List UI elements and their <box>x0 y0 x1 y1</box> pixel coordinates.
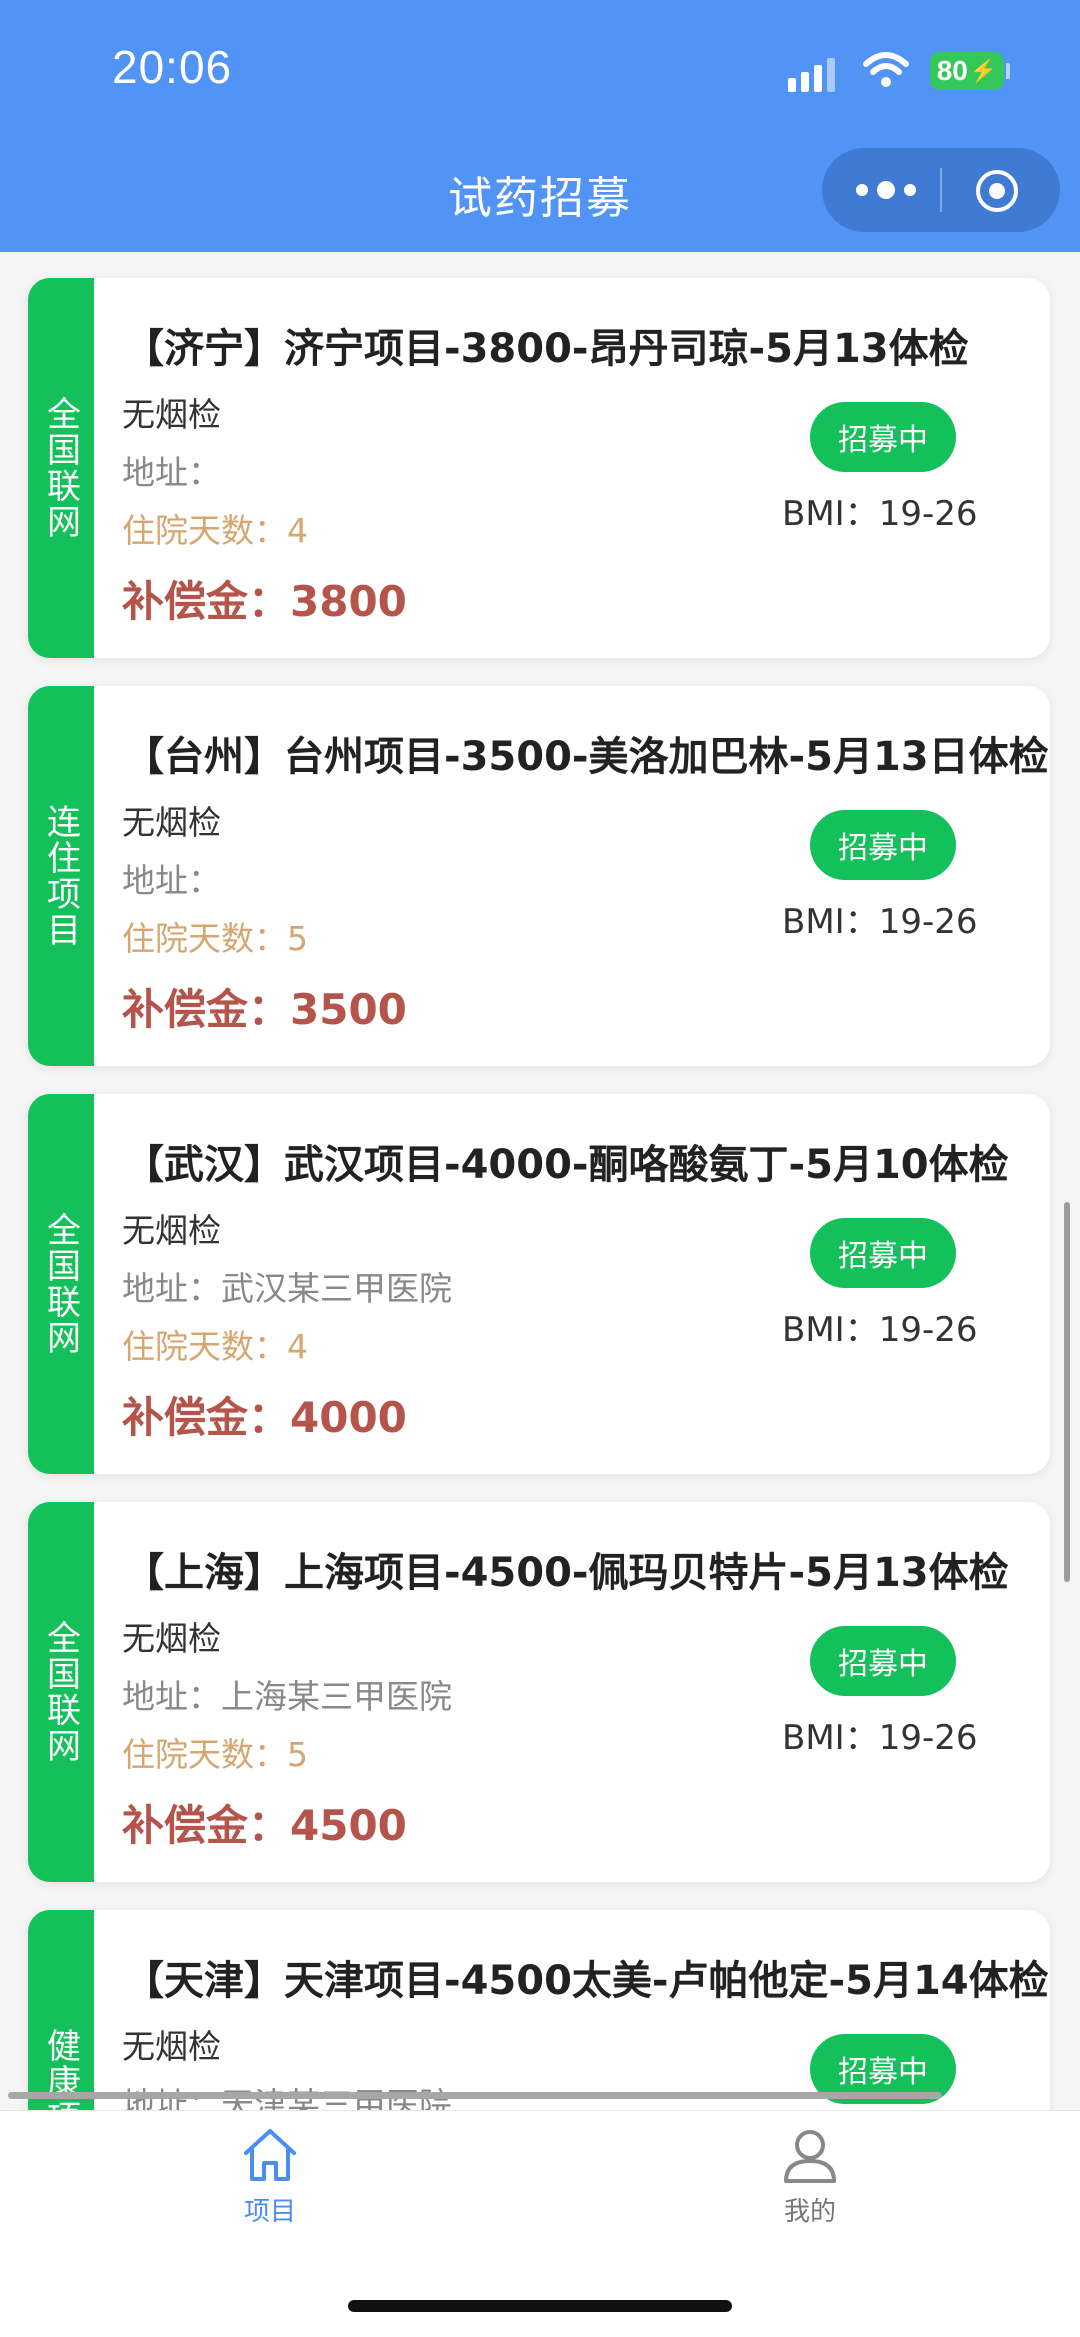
project-card[interactable]: 全国联网 【武汉】武汉项目-4000-酮咯酸氨丁-5月10体检 无烟检 地址：武… <box>28 1094 1050 1474</box>
project-title: 【上海】上海项目-4500-佩玛贝特片-5月13体检 <box>124 1550 1009 1596</box>
cellular-signal-icon <box>788 56 840 92</box>
status-time: 20:06 <box>112 41 233 93</box>
project-tag: 全国联网 <box>28 278 94 658</box>
tab-mine[interactable]: 我的 <box>710 2123 910 2228</box>
project-title: 【台州】台州项目-3500-美洛加巴林-5月13日体检 <box>124 734 1049 780</box>
project-card[interactable]: 全国联网 【上海】上海项目-4500-佩玛贝特片-5月13体检 无烟检 地址：上… <box>28 1502 1050 1882</box>
wifi-icon <box>863 52 909 87</box>
compensation: 补偿金：3500 <box>122 985 407 1034</box>
recruiting-status-badge[interactable]: 招募中 <box>810 1218 956 1288</box>
project-address: 地址： <box>122 861 221 900</box>
miniprogram-capsule <box>822 148 1060 232</box>
more-icon[interactable] <box>856 170 916 210</box>
hospital-days: 住院天数：5 <box>122 1735 308 1774</box>
bmi-range: BMI：19-26 <box>782 1310 978 1350</box>
compensation: 补偿金：4500 <box>122 1801 407 1850</box>
hospital-days: 住院天数：5 <box>122 919 308 958</box>
battery-cap <box>1006 63 1010 79</box>
smoke-test-note: 无烟检 <box>122 1211 221 1250</box>
bmi-range: BMI：19-26 <box>782 1718 978 1758</box>
smoke-test-note: 无烟检 <box>122 803 221 842</box>
project-card[interactable]: 连住项目 【台州】台州项目-3500-美洛加巴林-5月13日体检 无烟检 地址：… <box>28 686 1050 1066</box>
compensation: 补偿金：4000 <box>122 1393 407 1442</box>
recruiting-status-badge[interactable]: 招募中 <box>810 810 956 880</box>
bmi-range: BMI：19-26 <box>782 902 978 942</box>
project-address: 地址：上海某三甲医院 <box>122 1677 452 1716</box>
status-bar: 20:06 80 ⚡ <box>0 0 1080 140</box>
recruiting-status-badge[interactable]: 招募中 <box>810 1626 956 1696</box>
home-indicator[interactable] <box>348 2300 732 2312</box>
project-tag: 健康项目 <box>28 1910 94 2110</box>
capsule-divider <box>940 168 942 212</box>
hospital-days: 住院天数：4 <box>122 511 308 550</box>
project-title: 【天津】天津项目-4500太美-卢帕他定-5月14体检 <box>124 1958 1049 2004</box>
tab-projects[interactable]: 项目 <box>170 2123 370 2228</box>
smoke-test-note: 无烟检 <box>122 2027 221 2066</box>
project-tag: 全国联网 <box>28 1502 94 1882</box>
smoke-test-note: 无烟检 <box>122 395 221 434</box>
project-address: 地址：武汉某三甲医院 <box>122 1269 452 1308</box>
battery-level: 80 <box>936 55 968 86</box>
home-icon <box>244 2129 296 2181</box>
tab-label: 我的 <box>783 2197 836 2227</box>
project-title: 【济宁】济宁项目-3800-昂丹司琼-5月13体检 <box>124 326 969 372</box>
project-card[interactable]: 全国联网 【济宁】济宁项目-3800-昂丹司琼-5月13体检 无烟检 地址： 住… <box>28 278 1050 658</box>
close-miniprogram-icon[interactable] <box>974 168 1020 214</box>
project-list: 全国联网 【济宁】济宁项目-3800-昂丹司琼-5月13体检 无烟检 地址： 住… <box>0 252 1080 2110</box>
project-card[interactable]: 健康项目 【天津】天津项目-4500太美-卢帕他定-5月14体检 无烟检 地址：… <box>28 1910 1050 2110</box>
nav-bar: 试药招募 <box>0 140 1080 252</box>
project-tag: 全国联网 <box>28 1094 94 1474</box>
recruiting-status-badge[interactable]: 招募中 <box>810 402 956 472</box>
bmi-range: BMI：19-26 <box>782 494 978 534</box>
battery-icon: 80 ⚡ <box>930 52 1004 90</box>
project-tag: 连住项目 <box>28 686 94 1066</box>
tab-label: 项目 <box>243 2197 296 2227</box>
vertical-scrollbar[interactable] <box>1064 1202 1070 1582</box>
horizontal-scrollbar[interactable] <box>8 2092 942 2099</box>
compensation: 补偿金：3800 <box>122 577 407 626</box>
user-icon <box>784 2130 836 2183</box>
project-title: 【武汉】武汉项目-4000-酮咯酸氨丁-5月10体检 <box>124 1142 1009 1188</box>
smoke-test-note: 无烟检 <box>122 1619 221 1658</box>
hospital-days: 住院天数：4 <box>122 1327 308 1366</box>
project-address: 地址： <box>122 453 221 492</box>
